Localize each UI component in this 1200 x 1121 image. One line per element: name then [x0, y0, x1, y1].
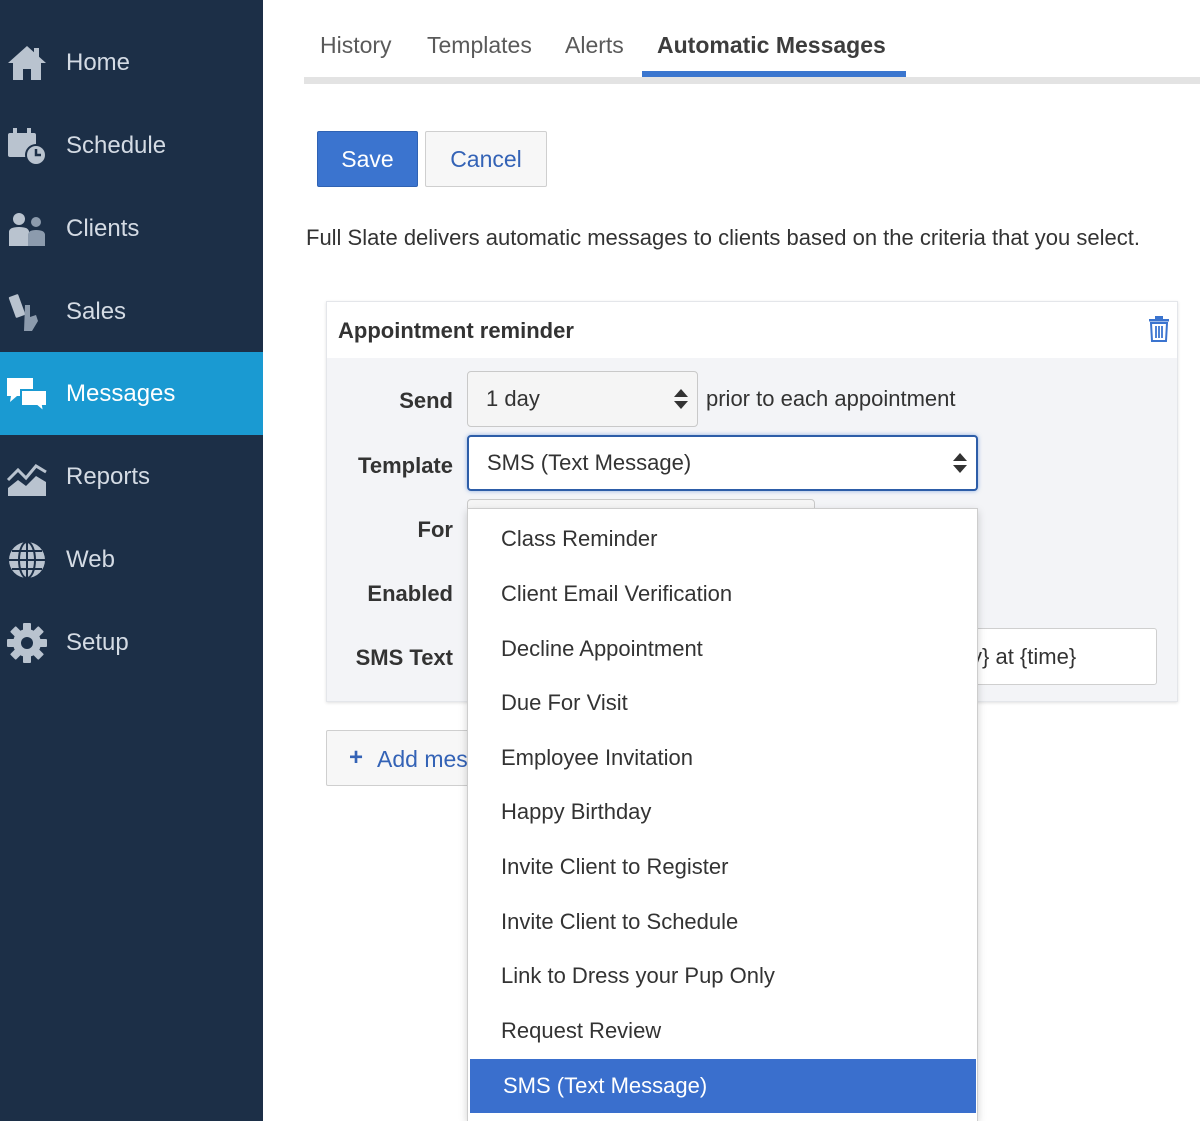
tab-alerts[interactable]: Alerts	[565, 32, 624, 59]
sidebar-item-label: Reports	[66, 462, 151, 490]
sidebar-item-label: Messages	[66, 379, 176, 407]
sidebar-item-messages[interactable]: Messages	[0, 352, 263, 435]
messages-icon	[5, 372, 49, 416]
card-header: Appointment reminder	[327, 302, 1177, 358]
dropdown-option[interactable]: Due For Visit	[468, 676, 977, 730]
send-select-value: 1 day	[486, 386, 540, 411]
clients-icon	[5, 207, 49, 251]
dropdown-option[interactable]: Invite Client to Register	[468, 840, 977, 894]
sidebar-item-sales[interactable]: Sales	[0, 270, 263, 353]
globe-icon	[5, 538, 49, 582]
dropdown-option[interactable]: Request Review	[468, 1004, 977, 1058]
dropdown-option[interactable]: Happy Birthday	[468, 785, 977, 839]
sidebar-item-reports[interactable]: Reports	[0, 435, 263, 518]
save-button[interactable]: Save	[317, 131, 418, 187]
select-arrows-icon	[953, 453, 967, 473]
sms-text-label: SMS Text	[355, 645, 453, 670]
dropdown-option[interactable]: Employee Invitation	[468, 731, 977, 785]
sidebar: Home Schedule Clients Sales Messages Rep…	[0, 0, 263, 1121]
tab-automatic-messages[interactable]: Automatic Messages	[657, 32, 886, 59]
send-suffix: prior to each appointment	[706, 386, 956, 411]
tab-templates[interactable]: Templates	[427, 32, 532, 59]
tab-bar: History Templates Alerts Automatic Messa…	[0, 0, 1200, 86]
sidebar-item-web[interactable]: Web	[0, 518, 263, 601]
dropdown-option[interactable]: Client Email Verification	[468, 567, 977, 621]
template-select[interactable]: SMS (Text Message)	[467, 435, 978, 491]
sidebar-item-clients[interactable]: Clients	[0, 187, 263, 270]
schedule-icon	[5, 124, 49, 168]
sidebar-item-label: Web	[66, 545, 115, 573]
template-select-value: SMS (Text Message)	[487, 450, 692, 475]
tab-history[interactable]: History	[320, 32, 392, 59]
page-description: Full Slate delivers automatic messages t…	[306, 225, 1140, 250]
sidebar-item-label: Setup	[66, 628, 129, 656]
dropdown-option[interactable]: Invite Client to Schedule	[468, 895, 977, 949]
for-label: For	[417, 517, 453, 542]
send-label: Send	[399, 388, 453, 413]
sms-text-value: y} at {time}	[971, 644, 1077, 669]
sales-icon	[5, 290, 49, 334]
reports-icon	[5, 455, 49, 499]
active-tab-indicator	[642, 71, 906, 77]
dropdown-option-selected[interactable]: SMS (Text Message)	[470, 1059, 976, 1113]
dropdown-option[interactable]: Decline Appointment	[468, 622, 977, 676]
dropdown-option[interactable]: Class Reminder	[468, 512, 977, 566]
dropdown-option[interactable]: Link to Dress your Pup Only	[468, 949, 977, 1003]
sidebar-item-label: Schedule	[66, 131, 167, 159]
sidebar-item-setup[interactable]: Setup	[0, 601, 263, 684]
card-title: Appointment reminder	[338, 318, 574, 343]
sidebar-item-label: Clients	[66, 214, 140, 242]
enabled-label: Enabled	[367, 581, 453, 606]
select-arrows-icon	[674, 389, 688, 409]
template-label: Template	[358, 453, 453, 478]
trash-icon[interactable]	[1147, 316, 1171, 342]
add-message-label: Add mes	[377, 746, 468, 772]
template-dropdown-list: Class Reminder Client Email Verification…	[467, 508, 978, 1121]
plus-icon: +	[349, 744, 364, 771]
gear-icon	[5, 621, 49, 665]
send-select[interactable]: 1 day	[467, 371, 698, 427]
sidebar-item-label: Sales	[66, 297, 127, 325]
sidebar-item-schedule[interactable]: Schedule	[0, 104, 263, 187]
cancel-button[interactable]: Cancel	[425, 131, 547, 187]
